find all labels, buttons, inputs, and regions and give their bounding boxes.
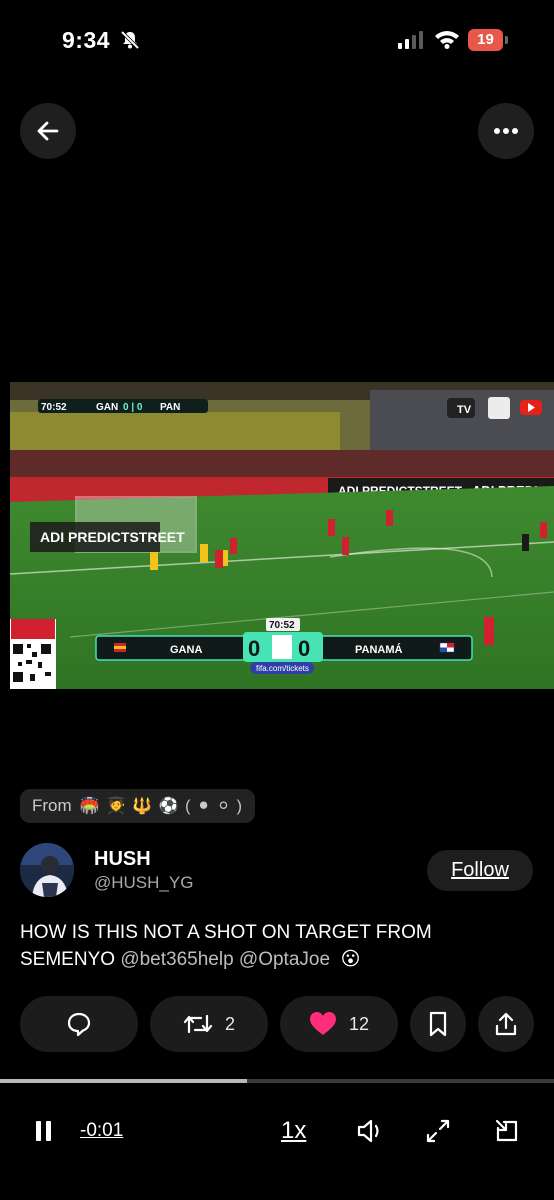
arrow-left-icon <box>37 121 59 141</box>
volume-button[interactable] <box>356 1113 386 1149</box>
channel-label: TV <box>457 404 472 416</box>
wifi-icon <box>434 29 460 54</box>
speaker-icon <box>357 1119 379 1143</box>
bell-slash-icon <box>120 30 140 55</box>
bookmark-button[interactable] <box>410 996 466 1052</box>
like-button[interactable]: 12 <box>280 996 398 1052</box>
clock-large: 70:52 <box>269 620 295 631</box>
retweet-icon <box>183 1014 213 1034</box>
away-short: PAN <box>160 402 180 413</box>
follow-button[interactable]: Follow <box>427 850 533 891</box>
playback-speed-button[interactable]: 1x <box>281 1113 306 1149</box>
more-options-button[interactable] <box>478 103 534 159</box>
from-community-chip[interactable]: From 🏟️ 🧑‍🎓 🔱 ⚽ ( ⚫ ⚪ ) <box>20 789 255 823</box>
home-short: GAN <box>96 402 118 413</box>
pip-icon <box>495 1119 518 1142</box>
author-handle[interactable]: @HUSH_YG <box>94 873 193 893</box>
away-team: PANAMÁ <box>355 643 403 656</box>
pause-button[interactable] <box>34 1113 54 1149</box>
reply-bubble-icon <box>67 1012 91 1037</box>
video-progress-fill <box>0 1079 247 1083</box>
battery-level: 19 <box>477 31 494 48</box>
avatar[interactable] <box>20 843 74 897</box>
away-score: 0 <box>298 636 310 661</box>
community-emojis: 🏟️ 🧑‍🎓 🔱 ⚽ ( ⚫ ⚪ ) <box>79 798 243 815</box>
signal-icon <box>398 31 424 54</box>
retweet-button[interactable]: 2 <box>150 996 268 1052</box>
share-icon <box>495 1012 517 1036</box>
heart-icon <box>309 1012 336 1035</box>
clock-small: 70:52 <box>41 402 67 413</box>
tweet-emoji: 😮 <box>340 949 361 970</box>
mention-bet365help[interactable]: @bet365help <box>120 949 233 970</box>
ellipsis-icon <box>494 128 518 134</box>
like-count: 12 <box>348 1013 370 1034</box>
goal-sponsor-text: ADI PREDICTSTREET <box>40 529 185 545</box>
home-team: GANA <box>170 644 202 656</box>
back-button[interactable] <box>20 103 76 159</box>
video-frame: ADI PREDICTSTREET ADI PREDI ADI PREDICTS… <box>10 382 554 689</box>
fullscreen-button[interactable] <box>425 1113 451 1149</box>
reply-button[interactable] <box>20 996 138 1052</box>
pause-icon <box>36 1121 51 1141</box>
score-small: 0 | 0 <box>123 402 143 413</box>
bookmark-icon <box>429 1011 447 1037</box>
expand-icon <box>426 1119 450 1143</box>
mention-optajoe[interactable]: @OptaJoe <box>239 949 330 970</box>
author-name[interactable]: HUSH <box>94 848 151 871</box>
status-time: 9:34 <box>62 27 111 53</box>
from-label: From <box>32 796 72 815</box>
tweet-text: HOW IS THIS NOT A SHOT ON TARGET FROM SE… <box>20 919 520 973</box>
home-score: 0 <box>248 636 260 661</box>
video-progress-bar[interactable] <box>0 1079 554 1083</box>
share-button[interactable] <box>478 996 534 1052</box>
video-player[interactable]: ADI PREDICTSTREET ADI PREDI ADI PREDICTS… <box>10 382 554 689</box>
battery-icon: 19 <box>468 29 508 51</box>
time-remaining[interactable]: -0:01 <box>80 1113 123 1149</box>
status-bar: 9:34 19 <box>0 0 554 84</box>
retweet-count: 2 <box>224 1013 235 1034</box>
picture-in-picture-button[interactable] <box>494 1113 520 1149</box>
tickets-url: fifa.com/tickets <box>256 664 309 673</box>
